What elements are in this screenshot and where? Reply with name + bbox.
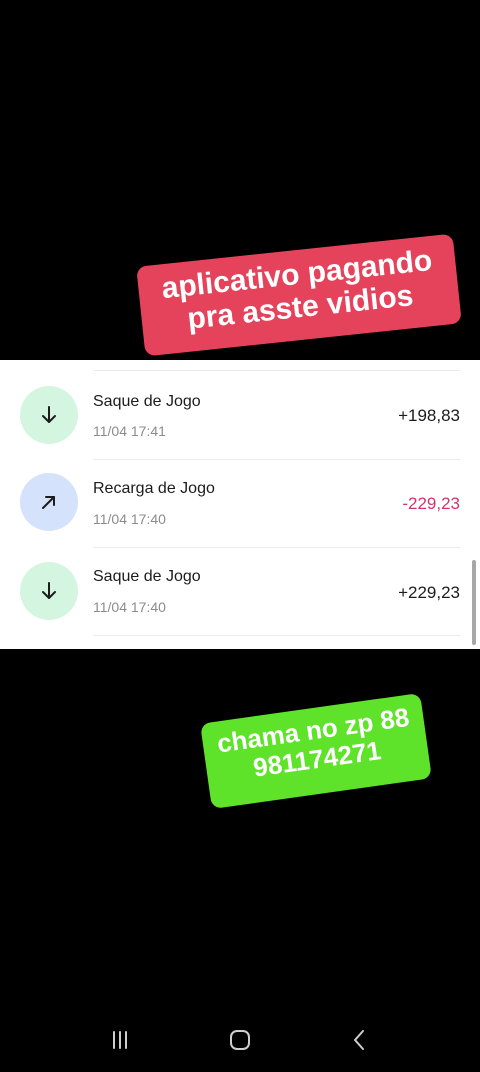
transaction-row[interactable]: Recarga de Jogo 11/04 17:40 -229,23: [0, 460, 480, 548]
home-button[interactable]: [210, 1020, 270, 1060]
transaction-title: Saque de Jogo: [93, 568, 201, 585]
transaction-title: Saque de Jogo: [93, 393, 201, 410]
arrow-down-icon: [42, 406, 56, 423]
back-button[interactable]: [330, 1020, 390, 1060]
withdraw-icon-circle: [20, 386, 78, 444]
transaction-amount: -229,23: [402, 494, 460, 513]
recent-apps-icon: [113, 1031, 127, 1049]
transaction-list: Saque de Jogo 11/04 17:41 +198,83 Recarg…: [0, 360, 480, 649]
promo-sticker-green: chama no zp 88 981174271: [200, 692, 432, 810]
transaction-title: Recarga de Jogo: [93, 480, 215, 497]
transaction-time: 11/04 17:40: [93, 599, 166, 615]
transaction-time: 11/04 17:40: [93, 511, 166, 527]
transaction-time: 11/04 17:41: [93, 423, 166, 439]
home-icon: [230, 1030, 250, 1050]
arrow-up-right-icon: [42, 496, 55, 509]
transaction-amount: +198,83: [398, 406, 460, 425]
arrow-down-icon: [42, 582, 56, 599]
withdraw-icon-circle: [20, 562, 78, 620]
divider: [93, 635, 460, 636]
recharge-icon-circle: [20, 473, 78, 531]
transaction-row[interactable]: Saque de Jogo 11/04 17:40 +229,23: [0, 548, 480, 636]
transaction-row[interactable]: Saque de Jogo 11/04 17:41 +198,83: [0, 371, 480, 459]
transaction-amount: +229,23: [398, 583, 460, 602]
scrollbar[interactable]: [472, 560, 476, 645]
promo-sticker-red: aplicativo pagando pra asste vidios: [136, 233, 462, 357]
system-navigation-bar: [0, 1008, 480, 1072]
back-icon: [354, 1030, 364, 1050]
recent-apps-button[interactable]: [90, 1020, 150, 1060]
